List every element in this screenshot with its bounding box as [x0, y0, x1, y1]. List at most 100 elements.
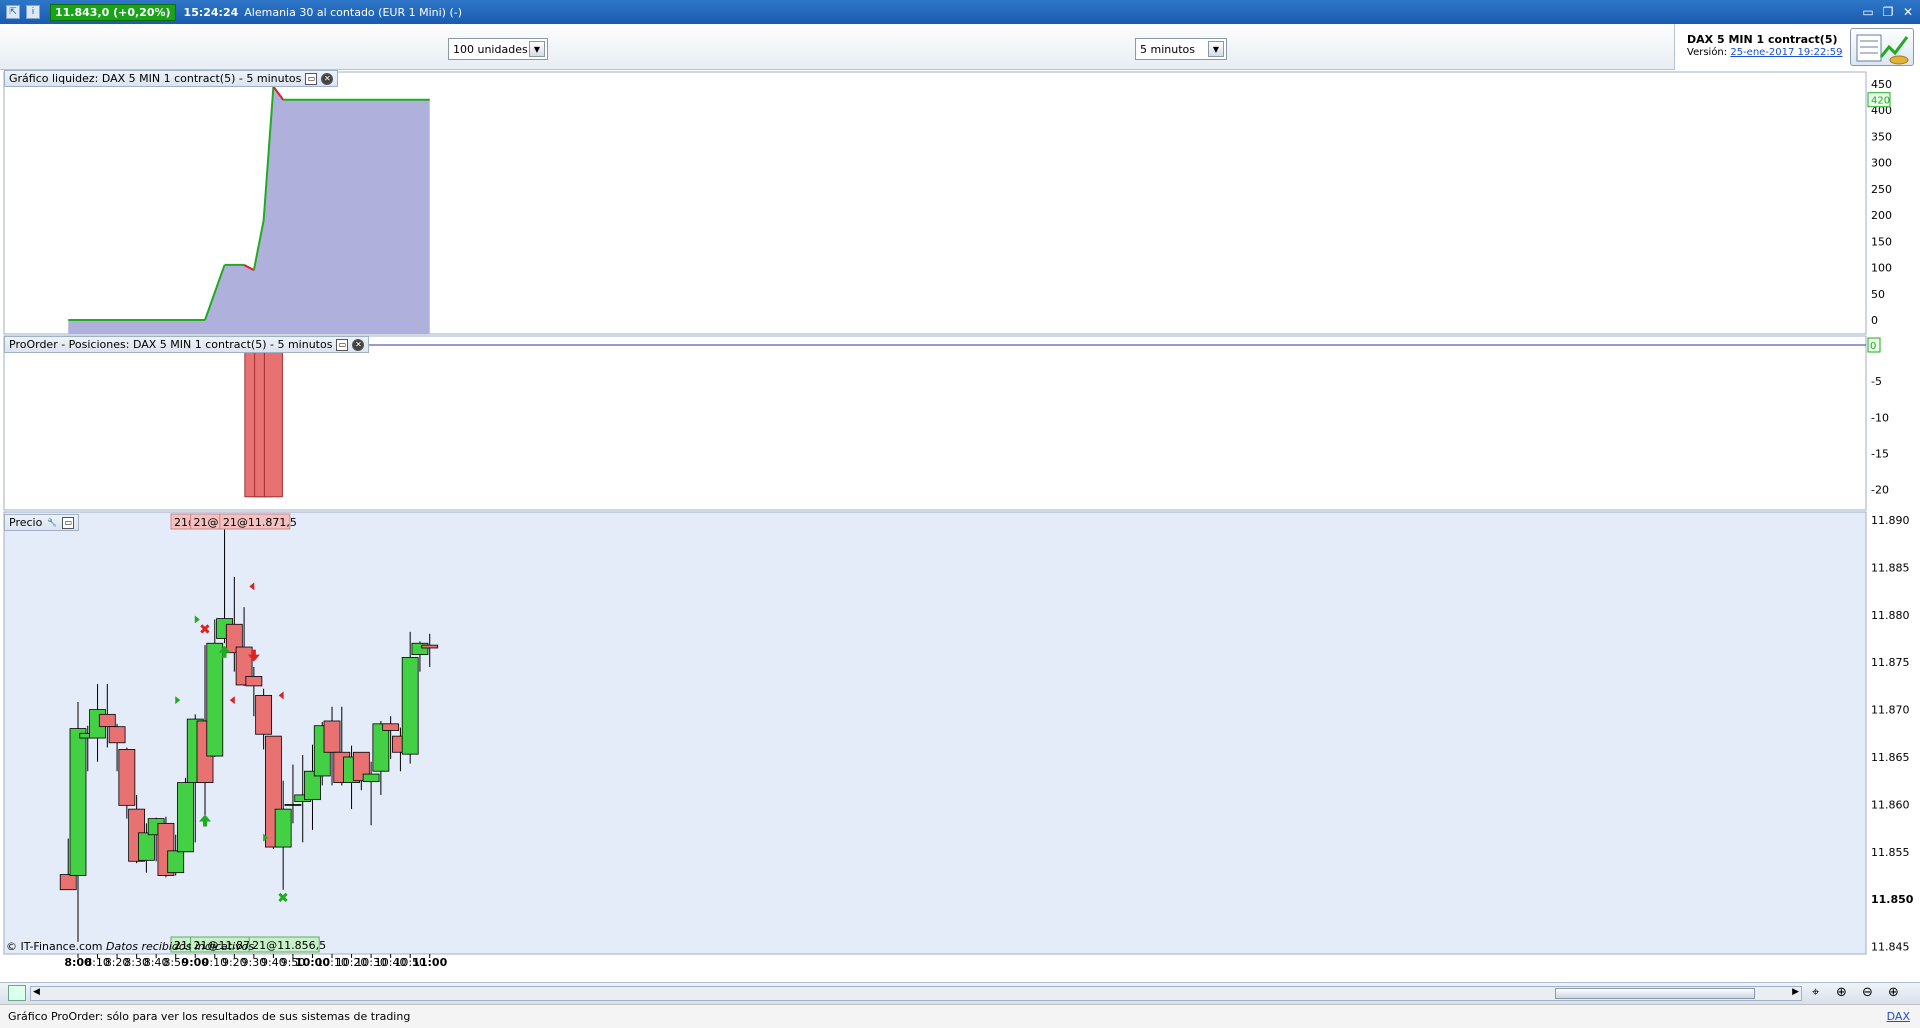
trade-label-top: 21@11.871,5	[223, 516, 297, 529]
maximize-icon[interactable]: ▭	[305, 72, 318, 85]
scroll-left-icon[interactable]: ◀	[33, 987, 40, 997]
candle-body	[108, 726, 126, 744]
price-tick-label: 11.850	[1871, 893, 1914, 906]
equity-tick-label: 300	[1871, 157, 1892, 170]
instrument-name: Alemania 30 al contado (EUR 1 Mini) (-)	[244, 5, 462, 19]
zoom-in-icon[interactable]: ⊕	[1888, 985, 1899, 1000]
price-tick-label: 11.880	[1871, 609, 1910, 622]
equity-tick-label: 250	[1871, 183, 1892, 196]
equity-tick-label: 50	[1871, 288, 1885, 301]
chart-area[interactable]: 450400350300250200150100500420-5-10-15-2…	[0, 70, 1920, 990]
candle-body	[137, 832, 155, 861]
positions-tick-label: -15	[1871, 447, 1889, 460]
restore-icon[interactable]: ❐	[1880, 4, 1896, 20]
equity-tick-label: 200	[1871, 209, 1892, 222]
candle-body	[98, 713, 116, 728]
candle-body	[255, 694, 273, 735]
price-tick-label: 11.845	[1871, 941, 1910, 954]
exit-marker: ✖	[277, 890, 289, 906]
timeframe-select-value: 5 minutos	[1140, 42, 1195, 56]
candle-body	[59, 874, 77, 891]
equity-tick-label: 350	[1871, 130, 1892, 143]
copyright-note: © IT-Finance.com Datos recibidos indicat…	[6, 940, 254, 953]
clock-time: 15:24:24	[183, 5, 239, 19]
positions-tick-label: -10	[1871, 411, 1889, 424]
positions-tick-label: -5	[1871, 375, 1882, 388]
position-bar	[263, 344, 283, 498]
prorder-logo-icon[interactable]	[1850, 28, 1914, 66]
price-tick-label: 11.890	[1871, 514, 1910, 527]
price-panel-title: Precio	[9, 516, 43, 529]
info-icon[interactable]: i	[26, 5, 40, 19]
system-info: DAX 5 MIN 1 contract(5) Versión: 25-ene-…	[1674, 24, 1920, 70]
chevron-down-icon[interactable]: ▼	[529, 41, 545, 57]
price-tick-label: 11.860	[1871, 798, 1910, 811]
positions-panel	[3, 335, 1867, 511]
window-controls: ▭ ❐ ✕	[1860, 4, 1916, 20]
cursor-icon[interactable]: ⌖	[1812, 985, 1819, 1000]
price-badge: 11.843,0 (+0,20%)	[50, 3, 176, 21]
timeframe-select[interactable]: 5 minutos ▼	[1135, 38, 1227, 60]
candle-body	[382, 723, 400, 731]
equity-current-value: 420	[1871, 96, 1890, 107]
close-icon[interactable]: ✕	[1900, 4, 1916, 20]
maximize-icon[interactable]: ▭	[336, 338, 349, 351]
toolbar: 100 unidades ▼ 5 minutos ▼ DAX 5 MIN 1 c…	[0, 24, 1920, 70]
equity-tick-label: 450	[1871, 78, 1892, 91]
candle-body	[167, 850, 185, 874]
equity-tick-label: 150	[1871, 235, 1892, 248]
price-tick-label: 11.870	[1871, 704, 1910, 717]
liquidity-panel-tag: Gráfico liquidez: DAX 5 MIN 1 contract(5…	[4, 70, 339, 87]
exit-marker: ✖	[199, 622, 211, 638]
candle-body	[69, 728, 87, 876]
liquidity-panel-title: Gráfico liquidez: DAX 5 MIN 1 contract(5…	[9, 72, 302, 85]
status-text: Gráfico ProOrder: sólo para ver los resu…	[8, 1010, 411, 1023]
version-link[interactable]: 25-ene-2017 19:22:59	[1730, 47, 1842, 58]
price-tick-label: 11.875	[1871, 656, 1910, 669]
candle-body	[362, 773, 380, 783]
close-panel-icon[interactable]: ✕	[321, 72, 334, 85]
title-bar: ⇱ i 11.843,0 (+0,20%) 15:24:24 Alemania …	[0, 0, 1920, 24]
candle-body	[372, 723, 390, 772]
candle-body	[401, 657, 419, 755]
candle-body	[206, 642, 224, 757]
copyright-text: © IT-Finance.com	[6, 940, 103, 953]
price-tick-label: 11.885	[1871, 561, 1910, 574]
refresh-icon[interactable]	[8, 985, 26, 1001]
minimize-icon[interactable]: ▭	[1860, 4, 1876, 20]
close-panel-icon[interactable]: ✕	[352, 338, 365, 351]
maximize-icon[interactable]: ▭	[62, 516, 75, 529]
units-select[interactable]: 100 unidades ▼	[448, 38, 548, 60]
scrollbar-thumb[interactable]	[1555, 988, 1755, 999]
equity-tick-label: 100	[1871, 262, 1892, 275]
zoom-out-icon[interactable]: ⊖	[1862, 985, 1873, 1000]
positions-current-value: 0	[1870, 341, 1876, 352]
candle-body	[284, 804, 302, 806]
positions-tick-label: -20	[1871, 484, 1889, 497]
candle-body	[323, 720, 341, 753]
positions-panel-title: ProOrder - Posiciones: DAX 5 MIN 1 contr…	[9, 338, 333, 351]
horizontal-scrollbar[interactable]: ◀ ▶	[30, 986, 1802, 1001]
price-tick-label: 11.865	[1871, 751, 1910, 764]
data-note: Datos recibidos indicativos	[106, 940, 255, 953]
trade-label-bottom: 21@11.856,5	[252, 939, 326, 952]
zoom-fit-icon[interactable]: ⊕	[1836, 985, 1847, 1000]
version-label: Versión:	[1687, 47, 1728, 58]
positions-panel-tag: ProOrder - Posiciones: DAX 5 MIN 1 contr…	[4, 336, 370, 353]
candle-body	[118, 749, 136, 806]
units-select-value: 100 unidades	[453, 42, 528, 56]
equity-tick-label: 0	[1871, 314, 1878, 327]
chevron-down-icon[interactable]: ▼	[1208, 41, 1224, 57]
x-tick-label: 11:00	[412, 956, 447, 969]
price-tick-label: 11.855	[1871, 846, 1910, 859]
wrench-icon[interactable]: 🔧	[46, 517, 58, 529]
candle-body	[177, 782, 194, 853]
status-bar: Gráfico ProOrder: sólo para ver los resu…	[0, 1004, 1920, 1028]
scroll-bar-area: ◀ ▶ ⌖ ⊕ ⊖ ⊕	[0, 982, 1920, 1004]
candle-body	[245, 676, 263, 687]
instrument-link[interactable]: DAX	[1887, 1010, 1910, 1023]
candle-body	[274, 808, 292, 848]
scroll-right-icon[interactable]: ▶	[1792, 987, 1799, 997]
pin-icon[interactable]: ⇱	[6, 5, 20, 19]
price-panel-tag: Precio 🔧 ▭	[4, 514, 80, 531]
